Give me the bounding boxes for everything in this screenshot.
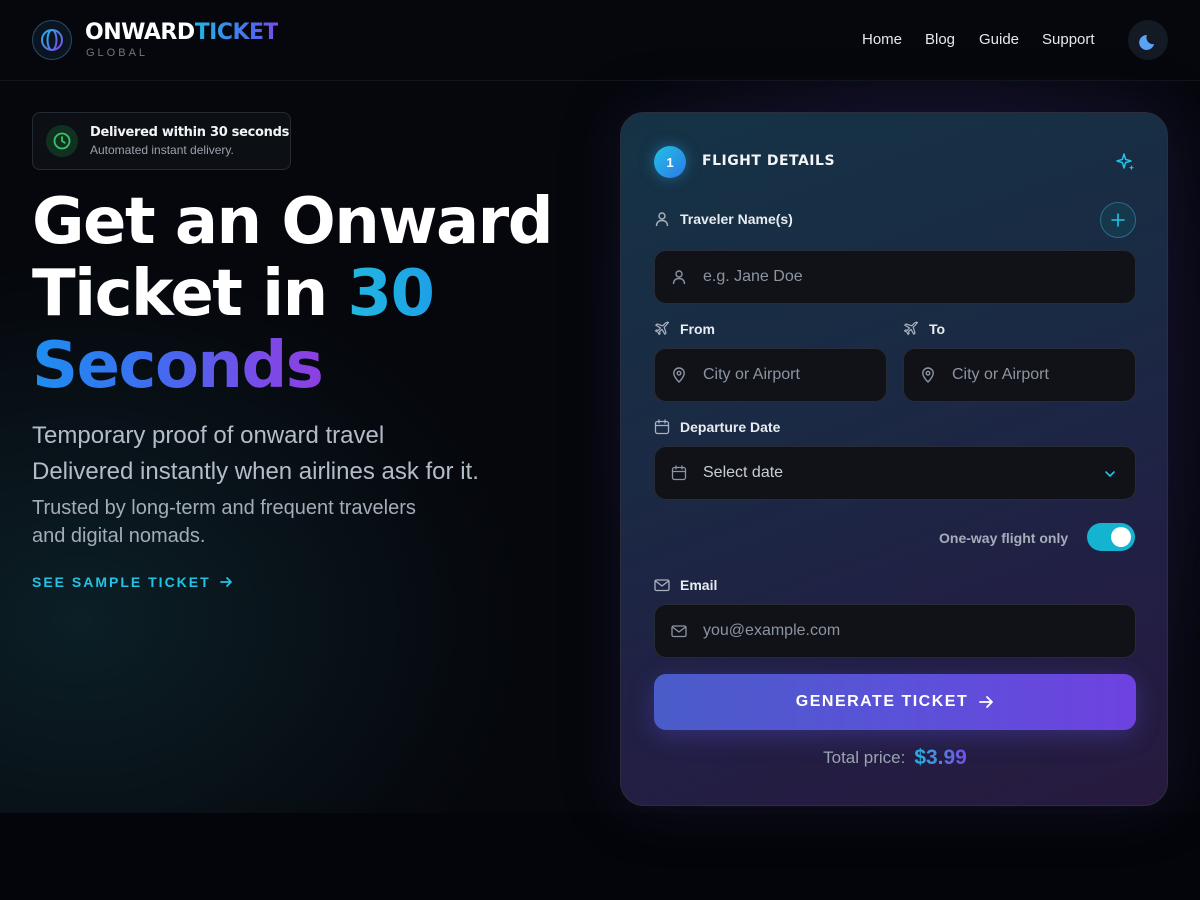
total-price-value: $3.99 [914,746,967,769]
hero-title: Get an Onward Ticket in 30 Seconds [32,186,592,402]
badge-subtitle: Automated instant delivery. [90,143,234,157]
hero-subtitle-line1: Temporary proof of onward travel [32,422,385,449]
from-label-text: From [680,321,715,337]
chevron-down-icon [1105,471,1115,477]
flight-details-card: 1 FLIGHT DETAILS Traveler Name(s) e.g. J… [620,112,1168,806]
map-pin-icon [673,367,685,383]
to-input[interactable]: City or Airport [903,348,1136,402]
email-placeholder: you@example.com [703,622,841,639]
to-label: To [903,321,945,337]
add-traveler-button[interactable] [1100,202,1136,238]
hero-trust-line2: and digital nomads. [32,525,206,547]
one-way-label: One-way flight only [939,530,1069,546]
to-label-text: To [929,321,946,337]
badge-title: Delivered within 30 seconds [90,125,290,140]
hero-subtitle: Temporary proof of onward travel Deliver… [32,418,592,490]
sparkle-icon [1116,152,1136,177]
nav-blog[interactable]: Blog [925,31,955,48]
see-sample-ticket-link[interactable]: SEE SAMPLE TICKET [32,574,233,590]
hero-title-line3: Seconds [32,329,324,403]
delivery-badge: Delivered within 30 seconds Automated in… [32,112,291,170]
user-icon [655,212,669,227]
page-bottom-band [0,813,1200,900]
hero-title-number: 30 [347,257,435,331]
calendar-icon [671,465,687,481]
hero-title-line1: Get an Onward [32,185,554,259]
traveler-name-placeholder: e.g. Jane Doe [703,268,803,285]
map-pin-icon [922,367,934,383]
to-placeholder: City or Airport [952,366,1049,383]
email-label: Email [654,577,717,593]
traveler-label-text: Traveler Name(s) [680,211,793,227]
arrow-right-icon [979,696,994,708]
email-label-text: Email [680,577,718,593]
plus-icon [1111,213,1125,227]
brand-subtitle: GLOBAL [86,47,149,59]
brand-name: ONWARDTICKET [85,20,279,45]
calendar-icon [654,419,670,435]
email-input[interactable]: you@example.com [654,604,1136,658]
departure-date-select[interactable]: Select date [654,446,1136,500]
sample-link-label: SEE SAMPLE TICKET [32,574,211,590]
hero-trust-text: Trusted by long-term and frequent travel… [32,494,492,550]
globe-icon [32,20,72,60]
toggle-knob [1111,527,1131,547]
brand-logo[interactable]: ONWARDTICKET GLOBAL [32,20,279,60]
from-placeholder: City or Airport [703,366,800,383]
total-price: Total price: $3.99 [621,746,1169,770]
mail-icon [654,579,670,592]
plane-icon [903,321,919,336]
total-price-label: Total price: [823,748,906,767]
generate-ticket-button[interactable]: GENERATE TICKET [654,674,1136,730]
mail-icon [671,625,687,638]
theme-toggle-button[interactable] [1128,20,1168,60]
traveler-label: Traveler Name(s) [654,211,793,227]
brand-name-part1: ONWARD [85,20,195,45]
departure-date-label: Departure Date [654,419,780,435]
departure-date-label-text: Departure Date [680,419,781,435]
brand-name-part2: TICKET [194,20,279,45]
one-way-toggle[interactable] [1087,523,1135,551]
nav-home[interactable]: Home [862,31,902,48]
site-header: ONWARDTICKET GLOBAL Home Blog Guide Supp… [0,0,1200,81]
departure-date-value: Select date [703,464,784,481]
hero-title-line2a: Ticket in [32,257,348,331]
nav-support[interactable]: Support [1042,31,1095,48]
from-label: From [654,321,715,337]
clock-icon [46,125,78,157]
step-number-badge: 1 [654,146,686,178]
traveler-name-input[interactable]: e.g. Jane Doe [654,250,1136,304]
hero-subtitle-line2: Delivered instantly when airlines ask fo… [32,458,479,485]
from-input[interactable]: City or Airport [654,348,887,402]
arrow-right-icon [219,577,232,587]
user-icon [672,270,686,285]
nav-guide[interactable]: Guide [979,31,1019,48]
plane-icon [654,321,670,336]
step-title: FLIGHT DETAILS [702,153,836,169]
generate-ticket-label: GENERATE TICKET [795,693,969,710]
moon-icon [1139,34,1154,50]
hero-trust-line1: Trusted by long-term and frequent travel… [32,497,416,519]
